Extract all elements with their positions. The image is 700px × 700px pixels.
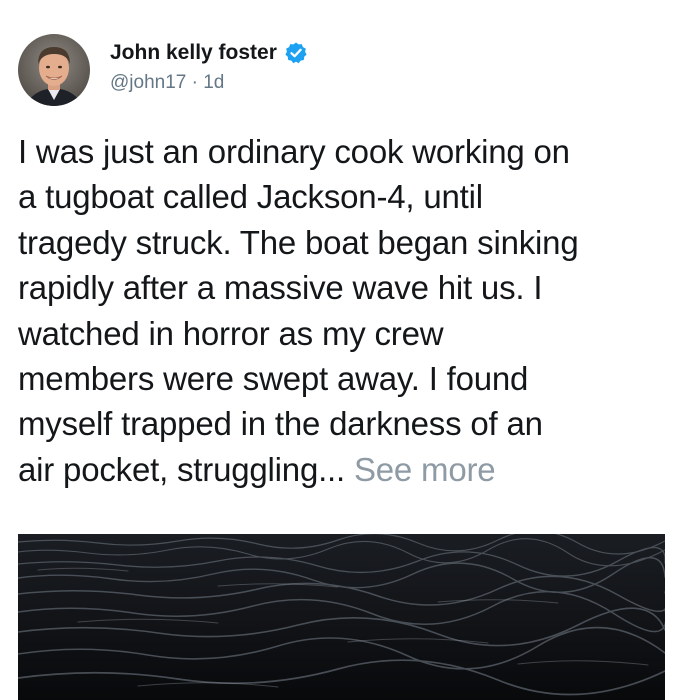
tweet-text-line: air pocket, struggling... (18, 450, 345, 488)
meta-row: @john17 · 1d (110, 72, 308, 94)
tweet-text-line: watched in horror as my crew (18, 314, 444, 352)
tweet-text-line: rapidly after a massive wave hit us. I (18, 269, 543, 307)
see-more-link[interactable]: See more (354, 451, 496, 488)
tweet-text-last-line: air pocket, struggling... See more (18, 447, 690, 492)
tweet-text-line: members were swept away. I found (18, 360, 529, 398)
name-row: John kelly foster (110, 38, 308, 68)
author-display-name[interactable]: John kelly foster (110, 41, 277, 65)
avatar[interactable] (18, 34, 90, 106)
tweet-text-line: tragedy struck. The boat began sinking (18, 223, 579, 261)
author-handle[interactable]: @john17 (110, 72, 186, 93)
tweet-text-line: a tugboat called Jackson-4, until (18, 178, 483, 216)
tweet-card: John kelly foster @john17 · 1d I was jus… (0, 0, 700, 700)
ocean-water-image (18, 534, 665, 700)
tweet-text-line: I was just an ordinary cook working on (18, 133, 570, 170)
meta-separator: · (191, 72, 204, 93)
tweet-header: John kelly foster @john17 · 1d (18, 34, 308, 106)
user-info: John kelly foster @john17 · 1d (110, 38, 308, 94)
verified-badge-icon (284, 41, 308, 65)
tweet-text-line: myself trapped in the darkness of an (18, 405, 543, 443)
tweet-media-image[interactable] (18, 534, 665, 700)
tweet-text: I was just an ordinary cook working on a… (18, 129, 690, 492)
tweet-timestamp[interactable]: 1d (203, 72, 224, 93)
